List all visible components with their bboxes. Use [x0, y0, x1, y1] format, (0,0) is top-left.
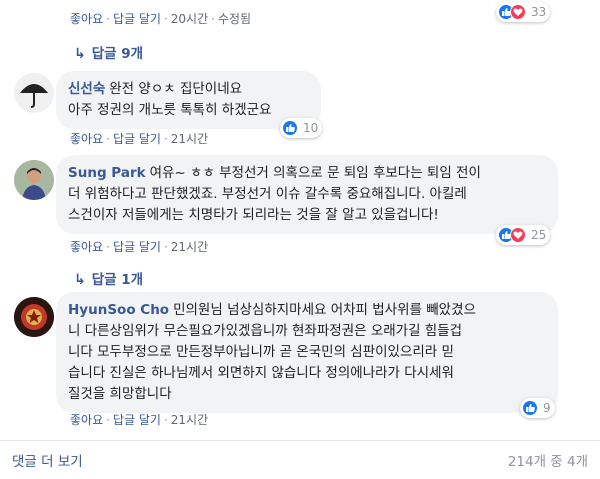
- comment-author[interactable]: HyunSoo Cho: [68, 302, 169, 318]
- comment-text-line: 여유~ ㅎㅎ 부정선거 의혹으로 문 퇴임 후보다는 퇴임 전이: [149, 165, 481, 181]
- comment-text-line: 습니다 진실은 하나님께서 외면하지 않습니다 정의에나라가 다시세워: [68, 365, 454, 381]
- comment-author[interactable]: 신선숙: [68, 81, 105, 97]
- reaction-badge[interactable]: 33: [496, 2, 551, 22]
- reaction-count: 9: [543, 401, 551, 415]
- timestamp[interactable]: 21시간: [171, 413, 208, 427]
- comment-text-line: 민의원님 넘상심하지마세요 어차피 법사위를 빼았겼으: [173, 302, 476, 318]
- reaction-count: 33: [531, 5, 547, 19]
- comment-text-line: 더 위험하다고 판단했겠죠. 부정선거 이슈 갈수록 중요해집니다. 아킬레: [68, 186, 467, 202]
- like-link[interactable]: 좋아요: [70, 12, 103, 26]
- pagination-count: 214개 중 4개: [507, 454, 588, 470]
- reply-link[interactable]: 답글 달기: [113, 240, 161, 254]
- umbrella-icon: [20, 84, 48, 108]
- timestamp[interactable]: 20시간: [171, 12, 208, 26]
- comment-actions: 좋아요 · 답글 달기 · 21시간: [70, 132, 209, 146]
- reaction-count: 10: [303, 121, 319, 135]
- love-reaction-icon: [510, 227, 526, 243]
- comment-text-line: 스건이자 저들에게는 치명타가 되리라는 것을 잘 알고 있을겁니다!: [68, 207, 439, 223]
- like-link[interactable]: 좋아요: [70, 240, 103, 254]
- replies-toggle[interactable]: ↳ 답글 9개: [74, 42, 143, 62]
- comment-bubble: 신선숙 완전 양ㅇㅊ 집단이네요 아주 정권의 개노릇 톡톡히 하겠군요: [56, 71, 321, 129]
- comment-bubble: Sung Park 여유~ ㅎㅎ 부정선거 의혹으로 문 퇴임 후보다는 퇴임 전…: [56, 155, 558, 234]
- reply-link[interactable]: 답글 달기: [113, 413, 161, 427]
- like-reaction-icon: [282, 120, 298, 136]
- like-link[interactable]: 좋아요: [70, 132, 103, 146]
- comment-author[interactable]: Sung Park: [68, 165, 146, 181]
- love-reaction-icon: [510, 4, 526, 20]
- reaction-badge[interactable]: 9: [520, 398, 555, 418]
- reply-link[interactable]: 답글 달기: [113, 12, 161, 26]
- top-comment-actions: 좋아요 · 답글 달기 · 20시간 · 수정됨: [70, 12, 252, 26]
- edited-label: 수정됨: [217, 12, 252, 26]
- avatar[interactable]: [14, 73, 54, 113]
- timestamp[interactable]: 21시간: [171, 132, 208, 146]
- more-comments-link[interactable]: 댓글 더 보기: [12, 450, 83, 470]
- replies-toggle[interactable]: ↳ 답글 1개: [74, 268, 143, 288]
- reply-arrow-icon: ↳: [74, 272, 86, 288]
- person-photo-icon: [14, 160, 54, 200]
- replies-toggle-label: 답글 1개: [91, 272, 144, 288]
- timestamp[interactable]: 21시간: [171, 240, 208, 254]
- emblem-photo-icon: [14, 297, 54, 337]
- avatar[interactable]: [14, 160, 54, 200]
- divider: [0, 440, 600, 441]
- reaction-count: 25: [531, 228, 547, 242]
- comment-actions: 좋아요 · 답글 달기 · 21시간: [70, 413, 209, 427]
- reply-arrow-icon: ↳: [74, 46, 86, 62]
- comment-text-line: 질것을 희망합니다: [68, 386, 172, 402]
- reaction-badge[interactable]: 25: [496, 225, 551, 245]
- comment-text-line: 아주 정권의 개노릇 톡톡히 하겠군요: [68, 102, 272, 118]
- avatar[interactable]: [14, 297, 54, 337]
- like-reaction-icon: [522, 400, 538, 416]
- comment-text-line: 니다 모두부정으로 만든정부아닙니까 곧 온국민의 심판이있으리라 믿: [68, 344, 454, 360]
- replies-toggle-label: 답글 9개: [91, 46, 144, 62]
- comment-text-line: 완전 양ㅇㅊ 집단이네요: [109, 81, 243, 97]
- comment-bubble: HyunSoo Cho 민의원님 넘상심하지마세요 어차피 법사위를 빼았겼으 니…: [56, 292, 558, 413]
- like-link[interactable]: 좋아요: [70, 413, 103, 427]
- comment-actions: 좋아요 · 답글 달기 · 21시간: [70, 240, 209, 254]
- reply-link[interactable]: 답글 달기: [113, 132, 161, 146]
- comment-text-line: 니 다른상임위가 무슨필요가있겠읍니까 현좌파정권은 오래가길 힘들겁: [68, 323, 463, 339]
- reaction-badge[interactable]: 10: [280, 118, 323, 138]
